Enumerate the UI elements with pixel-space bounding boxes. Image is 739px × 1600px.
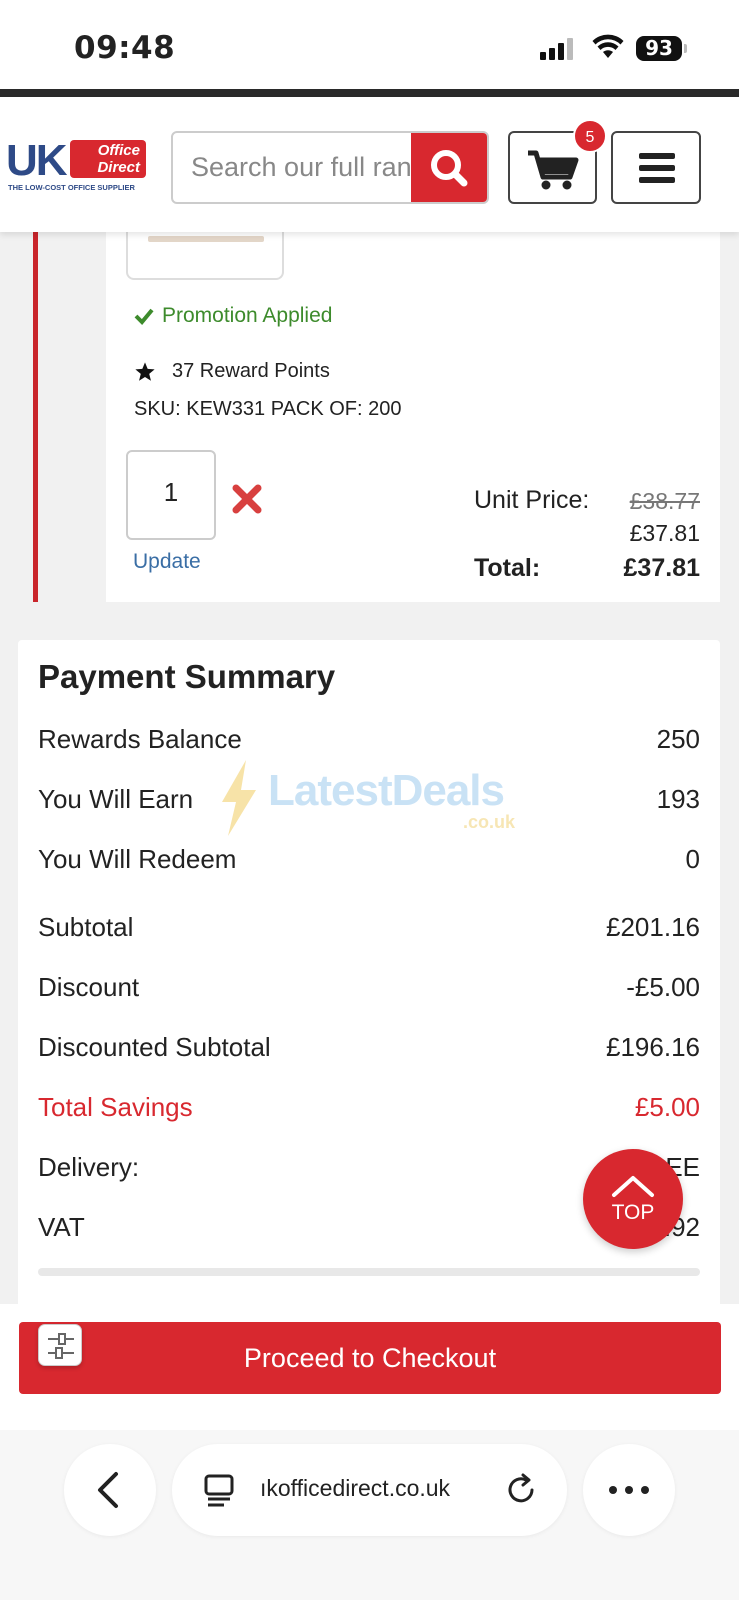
summary-label: You Will Earn bbox=[38, 784, 194, 814]
summary-row: You Will Redeem 0 bbox=[38, 844, 700, 884]
cart-item-accent bbox=[33, 232, 38, 602]
unit-price-new: £37.81 bbox=[629, 520, 700, 546]
sliders-icon bbox=[48, 1333, 74, 1359]
logo-uk: UK bbox=[6, 136, 68, 185]
summary-divider bbox=[38, 1268, 700, 1276]
summary-value: 193 bbox=[656, 784, 700, 814]
promotion-label: Promotion Applied bbox=[162, 304, 333, 327]
summary-value: 250 bbox=[656, 724, 700, 754]
menu-icon-bar bbox=[639, 177, 675, 183]
logo-tagline: THE LOW-COST OFFICE SUPPLIER bbox=[8, 183, 135, 192]
reward-points-label: 37 Reward Points bbox=[172, 360, 330, 382]
promotion-status: Promotion Applied bbox=[134, 304, 332, 328]
status-time: 09:48 bbox=[74, 30, 176, 66]
quantity-input[interactable] bbox=[128, 452, 214, 538]
browser-toolbar: ıkofficedirect.co.uk bbox=[0, 1430, 739, 1600]
site-logo[interactable]: UK Office Direct THE LOW-COST OFFICE SUP… bbox=[6, 137, 146, 193]
divider bbox=[0, 89, 739, 97]
summary-label: VAT bbox=[38, 1212, 85, 1242]
update-link[interactable]: Update bbox=[133, 550, 201, 574]
check-icon bbox=[134, 308, 154, 325]
menu-button[interactable] bbox=[611, 131, 701, 204]
cart-item-card: Promotion Applied 37 Reward Points SKU: … bbox=[106, 232, 720, 602]
back-to-top-label: TOP bbox=[611, 1201, 655, 1224]
summary-label: Discounted Subtotal bbox=[38, 1032, 271, 1062]
item-total-label: Total: bbox=[474, 554, 541, 582]
summary-row-savings: Total Savings £5.00 bbox=[38, 1092, 700, 1132]
remove-item-button[interactable] bbox=[230, 482, 264, 516]
unit-price-label: Unit Price: bbox=[474, 486, 590, 514]
summary-row: Subtotal £201.16 bbox=[38, 912, 700, 952]
summary-label: Rewards Balance bbox=[38, 724, 242, 754]
summary-value: £5.00 bbox=[634, 1092, 700, 1122]
summary-value: 0 bbox=[685, 844, 700, 874]
product-image[interactable] bbox=[126, 232, 284, 280]
summary-row: Discounted Subtotal £196.16 bbox=[38, 1032, 700, 1072]
checkout-bar: Proceed to Checkout bbox=[0, 1304, 739, 1430]
reward-points: 37 Reward Points bbox=[134, 360, 330, 383]
summary-value: -£5.00 bbox=[626, 972, 700, 1002]
site-header: UK Office Direct THE LOW-COST OFFICE SUP… bbox=[0, 97, 739, 232]
proceed-to-checkout-button[interactable]: Proceed to Checkout bbox=[19, 1322, 721, 1394]
item-total-value: £37.81 bbox=[623, 554, 700, 582]
summary-label: Discount bbox=[38, 972, 140, 1002]
summary-row: Discount -£5.00 bbox=[38, 972, 700, 1012]
battery-tip bbox=[684, 44, 687, 53]
wifi-icon bbox=[592, 34, 624, 58]
summary-row: Rewards Balance 250 bbox=[38, 724, 700, 764]
status-bar: 09:48 93 bbox=[0, 0, 739, 90]
product-sku: SKU: KEW331 PACK OF: 200 bbox=[134, 398, 402, 420]
quantity-box bbox=[126, 450, 216, 540]
search-button[interactable] bbox=[411, 133, 487, 202]
unit-price-old: £38.77 bbox=[629, 488, 700, 514]
close-icon bbox=[232, 484, 262, 514]
address-bar[interactable]: ıkofficedirect.co.uk bbox=[172, 1444, 567, 1536]
summary-label: Total Savings bbox=[38, 1092, 193, 1122]
search-bar bbox=[171, 131, 489, 204]
page-tabs-icon bbox=[204, 1474, 234, 1507]
search-input[interactable] bbox=[173, 133, 417, 202]
search-icon bbox=[431, 150, 468, 187]
summary-value: £196.16 bbox=[606, 1032, 700, 1062]
settings-sliders-icon[interactable] bbox=[38, 1324, 82, 1366]
more-icon bbox=[609, 1486, 649, 1494]
chevron-up-icon bbox=[612, 1176, 654, 1197]
summary-label: You Will Redeem bbox=[38, 844, 237, 874]
payment-summary-title: Payment Summary bbox=[38, 658, 336, 695]
reload-icon[interactable] bbox=[502, 1470, 542, 1510]
battery-icon: 93 bbox=[636, 36, 682, 61]
url-text: ıkofficedirect.co.uk bbox=[260, 1475, 451, 1501]
star-icon bbox=[135, 361, 155, 381]
back-to-top-button[interactable]: TOP bbox=[583, 1149, 683, 1249]
summary-label: Delivery: bbox=[38, 1152, 140, 1182]
cart-count-badge: 5 bbox=[573, 119, 607, 153]
summary-value: £201.16 bbox=[606, 912, 700, 942]
summary-label: Subtotal bbox=[38, 912, 134, 942]
chevron-left-icon bbox=[98, 1472, 118, 1508]
menu-icon-bar bbox=[639, 165, 675, 171]
more-options-button[interactable] bbox=[583, 1444, 675, 1536]
menu-icon-bar bbox=[639, 153, 675, 159]
summary-row: You Will Earn 193 bbox=[38, 784, 700, 824]
back-button[interactable] bbox=[64, 1444, 156, 1536]
signal-icon bbox=[540, 38, 576, 60]
logo-office-direct: Office Direct bbox=[70, 140, 146, 178]
